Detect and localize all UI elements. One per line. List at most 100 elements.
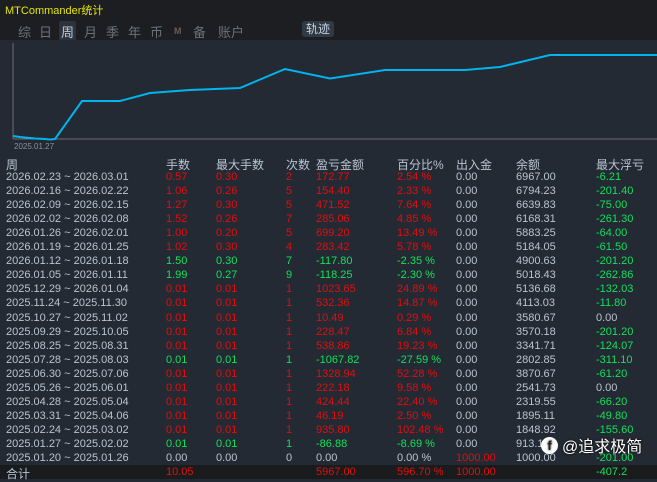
cell-lots: 1.06 (166, 185, 188, 198)
tab-2[interactable]: 周 (59, 21, 77, 42)
cell-float: -61.50 (596, 241, 628, 254)
tab-3[interactable]: 月 (82, 21, 99, 42)
cell-count: 5 (286, 199, 293, 212)
total-dep: 1000.00 (456, 466, 496, 478)
cell-pnl: 424.44 (316, 395, 350, 408)
cell-max_lots: 0.30 (216, 241, 238, 254)
cell-pct: -27.59 % (397, 353, 442, 366)
tab-1[interactable]: 日 (37, 21, 54, 42)
cell-max_lots: 0.27 (216, 269, 238, 282)
cell-bal: 4900.63 (516, 255, 556, 268)
cell-count: 0 (286, 452, 293, 464)
title-bar: MTCommander统计 (0, 0, 657, 17)
cell-max_lots: 0.26 (216, 213, 238, 226)
cell-bal: 3580.67 (516, 311, 556, 324)
cell-dep: 0.00 (456, 423, 478, 436)
cell-float: -66.20 (596, 395, 628, 408)
cell-float: -124.07 (596, 339, 634, 352)
tab-6[interactable]: 币 (148, 21, 165, 42)
cell-lots: 0.01 (166, 395, 188, 408)
cell-max_lots: 0.01 (216, 339, 238, 352)
cell-float: 0.00 (596, 381, 618, 394)
cell-lots: 0.01 (166, 297, 188, 310)
tab-5[interactable]: 年 (126, 21, 143, 42)
trail-button[interactable]: 轨迹 (302, 21, 334, 37)
tab-0[interactable]: 综 (16, 21, 33, 42)
cell-week: 2026.02.16 ~ 2026.02.22 (6, 185, 129, 198)
cell-pct: 2.54 % (397, 171, 432, 183)
cell-week: 2026.02.02 ~ 2026.02.08 (6, 213, 129, 226)
cell-float: -262.86 (596, 269, 634, 282)
cell-float: -11.80 (596, 297, 627, 310)
cell-pnl: 699.20 (316, 227, 350, 240)
tab-8[interactable]: 备 (191, 21, 208, 42)
cell-bal: 5018.43 (516, 269, 556, 282)
cell-lots: 0.01 (166, 311, 188, 324)
cell-bal: 6967.00 (516, 171, 556, 183)
cell-float: -75.00 (596, 199, 628, 212)
cell-float: -6.21 (596, 171, 622, 183)
cell-pnl: -86.88 (316, 437, 348, 450)
cell-bal: 913.1 (516, 437, 544, 450)
cell-float: -201.20 (596, 255, 634, 268)
tab-4[interactable]: 季 (104, 21, 121, 42)
cell-dep: 0.00 (456, 297, 478, 310)
cell-pnl: 154.40 (316, 185, 350, 198)
total-pct: 596.70 % (397, 466, 444, 478)
cell-dep: 0.00 (456, 185, 478, 198)
cell-count: 1 (286, 339, 293, 352)
cell-lots: 0.01 (166, 283, 188, 296)
cell-lots: 1.99 (166, 269, 188, 282)
cell-dep: 0.00 (456, 171, 478, 183)
cell-week: 2026.01.19 ~ 2026.01.25 (6, 241, 129, 254)
cell-lots: 0.00 (166, 452, 188, 464)
cell-float: -311.10 (596, 353, 633, 366)
cell-count: 2 (286, 171, 293, 183)
cell-dep: 0.00 (456, 381, 478, 394)
cell-pct: 0.00 % (397, 452, 432, 464)
cell-pnl: 532.36 (316, 297, 350, 310)
cell-count: 9 (286, 269, 293, 282)
cell-week: 2026.02.09 ~ 2026.02.15 (6, 199, 129, 212)
cell-week: 2025.09.29 ~ 2025.10.05 (6, 325, 129, 338)
cell-lots: 1.52 (166, 213, 188, 226)
cell-float: 0.00 (596, 311, 618, 324)
cell-count: 1 (286, 409, 293, 422)
x-start-label: 2025.01.27 (14, 142, 55, 151)
cell-pct: 9.58 % (397, 381, 432, 394)
cell-bal: 2319.55 (516, 395, 556, 408)
cell-bal: 6794.23 (516, 185, 556, 198)
cell-pct: -2.35 % (397, 255, 435, 268)
cell-pnl: 283.42 (316, 241, 350, 254)
cell-pct: 13.49 % (397, 227, 438, 240)
cell-max_lots: 0.01 (216, 367, 238, 380)
cell-dep: 0.00 (456, 311, 478, 324)
cell-week: 2025.05.26 ~ 2025.06.01 (6, 381, 129, 394)
cell-lots: 0.01 (166, 437, 188, 450)
cell-dep: 0.00 (456, 213, 478, 226)
equity-chart: 2025.01.27 (0, 40, 657, 155)
cell-bal: 2541.73 (516, 381, 556, 394)
cell-pct: 102.48 % (397, 423, 444, 436)
cell-max_lots: 0.01 (216, 311, 238, 324)
cell-dep: 0.00 (456, 339, 478, 352)
cell-count: 1 (286, 437, 293, 450)
cell-bal: 5184.05 (516, 241, 556, 254)
cell-week: 2025.11.24 ~ 2025.11.30 (6, 297, 128, 310)
cell-dep: 0.00 (456, 241, 478, 254)
cell-count: 1 (286, 325, 293, 338)
cell-pnl: 471.52 (316, 199, 350, 212)
cell-float: -261.30 (596, 213, 634, 226)
cell-lots: 1.50 (166, 255, 188, 268)
cell-pct: -2.30 % (397, 269, 435, 282)
cell-pct: 24.89 % (397, 283, 438, 296)
cell-max_lots: 0.01 (216, 395, 238, 408)
cell-lots: 0.01 (166, 325, 188, 338)
cell-max_lots: 0.01 (216, 381, 238, 394)
cell-lots: 1.02 (166, 241, 188, 254)
cell-pct: 7.64 % (397, 199, 432, 212)
cell-bal: 3341.71 (516, 339, 556, 352)
cell-week: 2025.10.27 ~ 2025.11.02 (6, 311, 128, 324)
tab-9[interactable]: 账户 (216, 21, 246, 42)
tab-7[interactable]: M (172, 25, 184, 37)
